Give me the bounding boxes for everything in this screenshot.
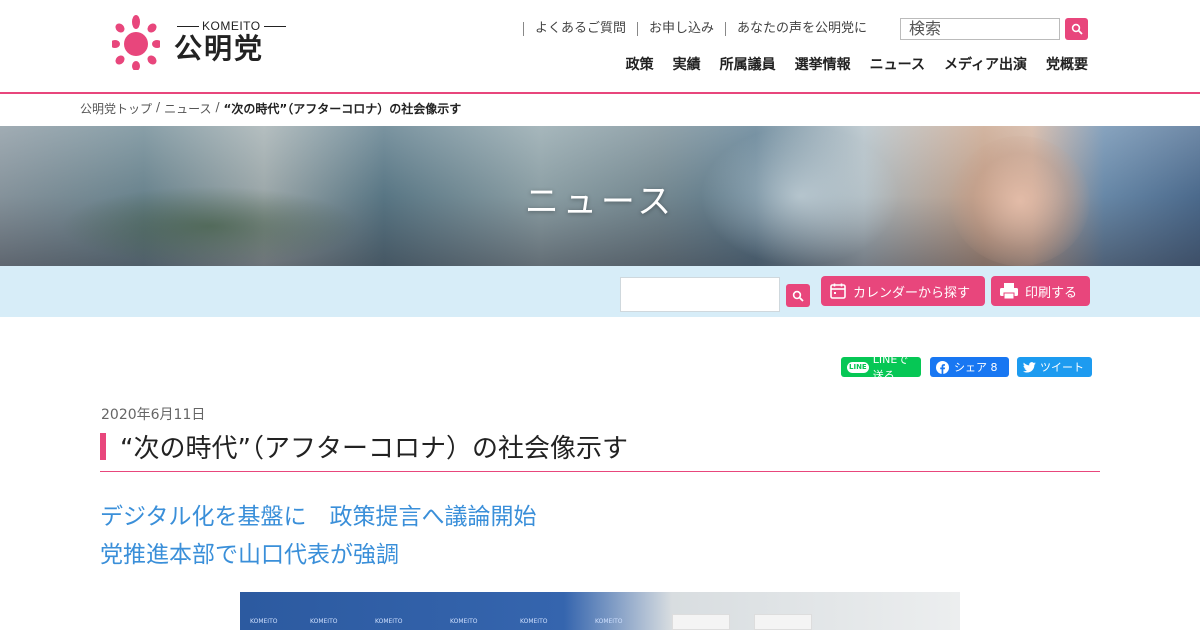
title-underline [100,471,1100,472]
global-nav: 政策 実績 所属議員 選挙情報 ニュース メディア出演 党概要 [607,54,1088,74]
search-icon [792,290,804,302]
breadcrumb-separator: / [215,100,220,114]
logo-wordmark: KOMEITO 公明党 [174,19,289,65]
utility-nav: よくあるご質問 お申し込み あなたの声を公明党に 検索 [522,18,1088,40]
photo-backdrop-text: KOMEITO [450,618,478,625]
facebook-icon [936,360,949,374]
nav-media[interactable]: メディア出演 [944,54,1027,74]
breadcrumb-current: “次の時代”（アフターコロナ）の社会像示す [223,102,462,116]
breadcrumb-home[interactable]: 公明党トップ [80,100,152,117]
photo-display-panel [754,614,812,630]
photo-backdrop-text: KOMEITO [310,618,338,625]
article-title: “次の時代”（アフターコロナ）の社会像示す [120,434,628,464]
search-icon [1071,23,1083,35]
calendar-search-button[interactable]: カレンダーから探す [821,276,985,306]
nav-elections[interactable]: 選挙情報 [795,54,851,74]
nav-members[interactable]: 所属議員 [720,54,776,74]
header-divider [0,92,1200,94]
apply-link[interactable]: お申し込み [636,22,725,36]
article-subtitle: デジタル化を基盤に 政策提言へ議論開始 [100,504,537,530]
photo-backdrop-text: KOMEITO [520,618,548,625]
site-search-input[interactable]: 検索 [900,18,1060,40]
nav-news[interactable]: ニュース [870,54,925,74]
printer-icon [1000,283,1018,300]
breadcrumb: 公明党トップ / ニュース / “次の時代”（アフターコロナ）の社会像示す [80,100,461,117]
article-subtitle: 党推進本部で山口代表が強調 [100,542,399,568]
facebook-share-label: シェア 8 [954,361,998,374]
nav-about[interactable]: 党概要 [1046,54,1088,74]
site-logo[interactable]: KOMEITO 公明党 [112,14,289,70]
news-search-input[interactable] [620,277,780,312]
nav-policy[interactable]: 政策 [626,54,654,74]
calendar-icon [830,283,846,299]
photo-display-panel [672,614,730,630]
twitter-share-button[interactable]: ツイート [1017,357,1092,377]
breadcrumb-separator: / [156,100,161,114]
print-label: 印刷する [1025,285,1078,301]
title-accent-bar [100,433,106,460]
twitter-bird-icon [1023,361,1036,373]
news-toolbar: カレンダーから探す 印刷する [0,266,1200,317]
hero-banner: ニュース [0,126,1200,266]
print-button[interactable]: 印刷する [991,276,1090,306]
news-search-button[interactable] [786,284,810,307]
photo-backdrop-text: KOMEITO [375,618,403,625]
calendar-search-label: カレンダーから探す [853,285,971,301]
voice-link[interactable]: あなたの声を公明党に [724,22,878,36]
article-date: 2020年6月11日 [101,407,206,423]
site-search-button[interactable] [1065,18,1088,40]
nav-achievements[interactable]: 実績 [673,54,701,74]
photo-backdrop-text: KOMEITO [250,618,278,625]
twitter-share-label: ツイート [1040,361,1084,374]
facebook-share-button[interactable]: シェア 8 [930,357,1009,377]
sun-logo-icon [112,15,160,70]
faq-link[interactable]: よくあるご質問 [522,22,637,36]
site-header: KOMEITO 公明党 よくあるご質問 お申し込み あなたの声を公明党に 検索 … [0,0,1200,92]
line-share-label: LINEで送る [872,353,909,382]
article-photo: KOMEITO KOMEITO KOMEITO KOMEITO KOMEITO … [240,592,960,630]
photo-backdrop-text: KOMEITO [595,618,623,625]
line-icon: LINE [847,361,869,373]
logo-japanese: 公明党 [174,32,265,65]
hero-title: ニュース [524,182,676,222]
breadcrumb-news[interactable]: ニュース [164,100,211,117]
logo-english: KOMEITO [174,19,289,33]
line-share-button[interactable]: LINE LINEで送る [841,353,921,382]
